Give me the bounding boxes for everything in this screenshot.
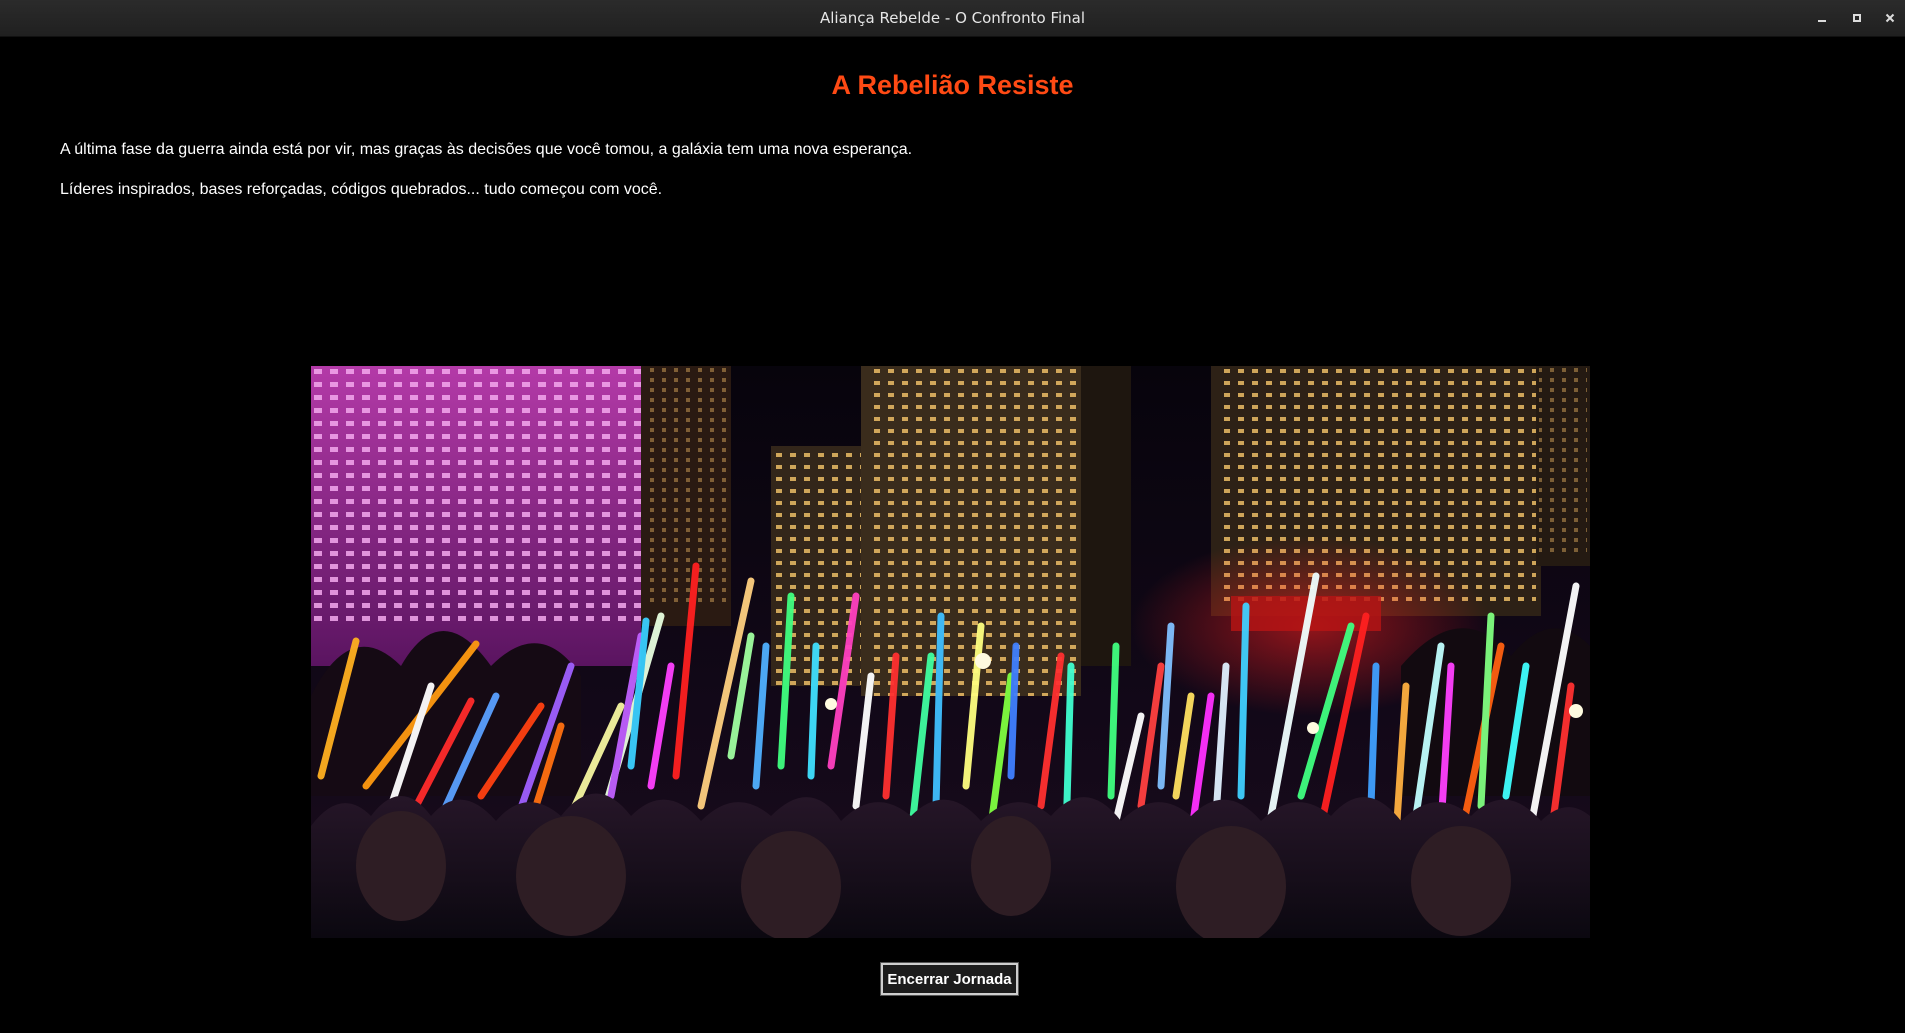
close-icon <box>1885 13 1895 23</box>
lightsaber-crowd-image <box>311 366 1590 938</box>
minimize-button[interactable] <box>1812 8 1832 28</box>
minimize-icon <box>1818 20 1826 22</box>
intro-paragraph: A última fase da guerra ainda está por v… <box>60 141 913 158</box>
lightsaber-crowd-illustration <box>311 366 1590 938</box>
close-button[interactable] <box>1880 8 1900 28</box>
page-title: A Rebelião Resiste <box>831 70 1074 100</box>
window-title: Aliança Rebelde - O Confronto Final <box>819 9 1086 27</box>
end-journey-button[interactable]: Encerrar Jornada <box>880 962 1019 996</box>
leaders-paragraph: Líderes inspirados, bases reforçadas, có… <box>60 181 663 198</box>
maximize-button[interactable] <box>1847 8 1867 28</box>
window-titlebar: Aliança Rebelde - O Confronto Final <box>0 0 1905 37</box>
maximize-icon <box>1853 14 1861 22</box>
